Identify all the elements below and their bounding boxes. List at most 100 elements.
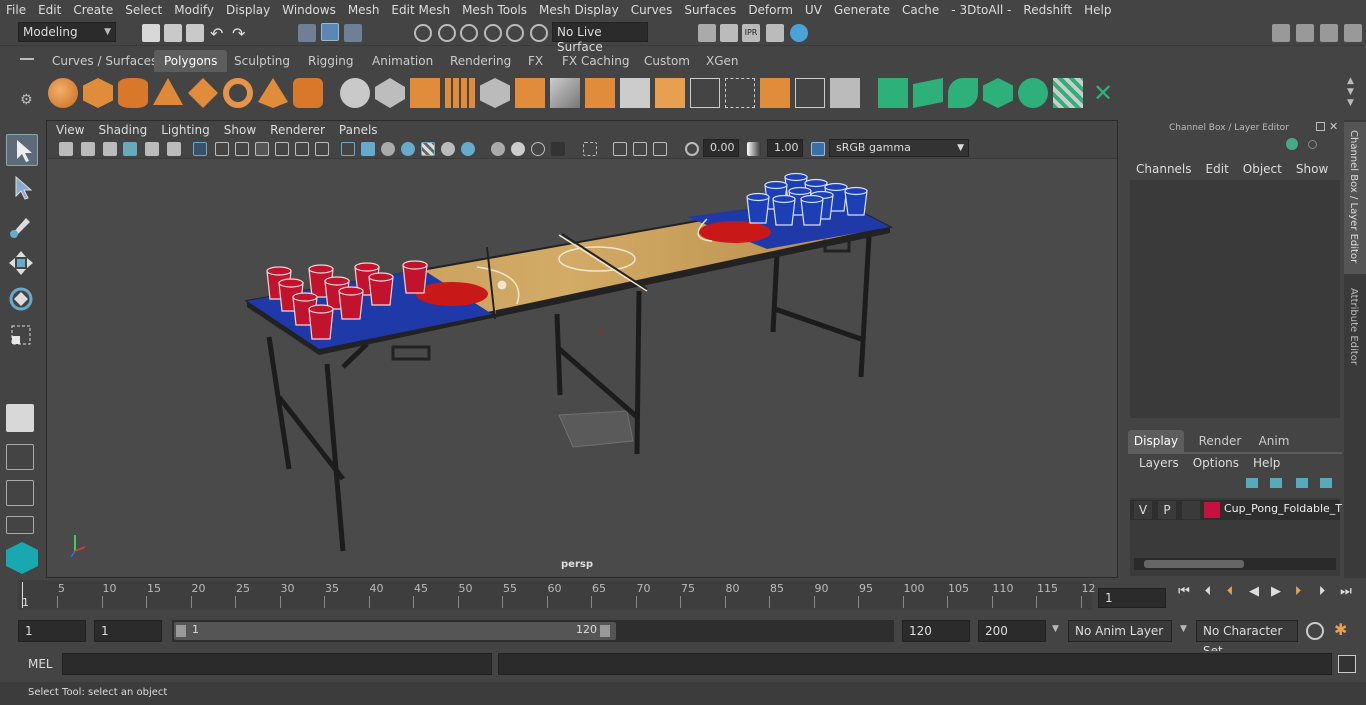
undo-icon[interactable]: ↶ bbox=[210, 24, 228, 43]
grid-icon[interactable] bbox=[193, 142, 207, 156]
select-by-object-icon[interactable] bbox=[321, 23, 339, 41]
new-layer-selected-icon[interactable] bbox=[1320, 478, 1332, 488]
viewport-menu-renderer[interactable]: Renderer bbox=[263, 123, 332, 137]
menu-file[interactable]: File bbox=[0, 3, 32, 17]
uv-editor-icon[interactable] bbox=[760, 78, 790, 108]
poly-cone-icon[interactable] bbox=[153, 78, 183, 105]
menu-mesh-tools[interactable]: Mesh Tools bbox=[456, 3, 533, 17]
start-time-field[interactable]: 1 bbox=[18, 620, 86, 642]
cut-uv-icon[interactable] bbox=[948, 78, 978, 108]
script-editor-icon[interactable] bbox=[1338, 655, 1356, 673]
menu-uv[interactable]: UV bbox=[799, 3, 828, 17]
target-weld-icon[interactable] bbox=[655, 78, 685, 108]
layer-color-swatch[interactable] bbox=[1204, 502, 1220, 518]
frame-selection-icon[interactable] bbox=[633, 142, 647, 156]
shelf-tab-custom[interactable]: Custom bbox=[634, 50, 700, 72]
workspace-icon[interactable] bbox=[1272, 24, 1290, 42]
layout-uv-icon[interactable] bbox=[913, 78, 943, 108]
range-slider-handle[interactable]: 1 120 bbox=[174, 622, 616, 640]
ambient-occlusion-icon[interactable] bbox=[461, 142, 475, 156]
use-lights-icon[interactable] bbox=[421, 142, 435, 156]
menu-mesh-display[interactable]: Mesh Display bbox=[533, 3, 625, 17]
bookmark-icon[interactable] bbox=[103, 142, 117, 156]
close-icon[interactable]: ✕ bbox=[1329, 120, 1338, 133]
2d-pan-zoom-icon[interactable] bbox=[145, 142, 159, 156]
layer-visibility-toggle[interactable]: V bbox=[1134, 501, 1152, 519]
side-tab-channel-box[interactable]: Channel Box / Layer Editor bbox=[1344, 122, 1366, 274]
shelf-menu-icon[interactable] bbox=[20, 58, 34, 60]
exposure-icon[interactable] bbox=[685, 142, 699, 156]
step-forward-frame-icon[interactable]: ⏵ bbox=[1288, 584, 1308, 602]
snap-grid-icon[interactable] bbox=[414, 24, 432, 42]
camera-select-icon[interactable] bbox=[59, 142, 73, 156]
smooth-icon[interactable] bbox=[445, 78, 475, 108]
select-by-hierarchy-icon[interactable] bbox=[298, 24, 316, 42]
menu-deform[interactable]: Deform bbox=[742, 3, 799, 17]
planar-map-icon[interactable] bbox=[795, 78, 825, 108]
colorspace-dropdown[interactable]: sRGB gamma ▼ bbox=[829, 139, 969, 157]
resolution-gate-icon[interactable] bbox=[235, 142, 249, 156]
layout-two-icon[interactable] bbox=[6, 480, 34, 506]
time-slider[interactable]: 5 10 15 20 25 30 35 40 45 50 55 60 65 70 75 80 85 90 95 100… bbox=[0, 580, 1366, 614]
range-end-grip[interactable] bbox=[600, 625, 610, 637]
gamma-field[interactable]: 1.00 bbox=[767, 139, 803, 157]
shelf-tab-xgen[interactable]: XGen bbox=[696, 50, 749, 72]
tab-render[interactable]: Render bbox=[1192, 430, 1248, 452]
safe-title-icon[interactable] bbox=[315, 142, 329, 156]
film-gate-icon[interactable] bbox=[215, 142, 229, 156]
save-scene-icon[interactable] bbox=[186, 24, 204, 42]
anim-layer-dropdown[interactable]: No Anim Layer bbox=[1068, 620, 1172, 642]
poly-pipe-icon[interactable] bbox=[293, 78, 323, 108]
xray-icon[interactable] bbox=[511, 142, 525, 156]
current-frame-field[interactable]: 1 bbox=[1098, 588, 1166, 608]
menu-mesh[interactable]: Mesh bbox=[342, 3, 386, 17]
command-input[interactable] bbox=[62, 653, 492, 675]
shelf-settings-icon[interactable]: ⚙ bbox=[20, 92, 33, 108]
isolate-icon[interactable] bbox=[491, 142, 505, 156]
animation-prefs-icon[interactable]: ✱ bbox=[1334, 620, 1347, 639]
viewport-menu-panels[interactable]: Panels bbox=[332, 123, 385, 137]
menu-generate[interactable]: Generate bbox=[828, 3, 896, 17]
toggle-hud-icon[interactable] bbox=[653, 142, 667, 156]
snap-surface-icon[interactable] bbox=[506, 24, 524, 42]
shelf-scroll[interactable]: ▲ ▼ ▼ bbox=[1347, 76, 1359, 110]
script-language-label[interactable]: MEL bbox=[28, 657, 53, 671]
menu-surfaces[interactable]: Surfaces bbox=[678, 3, 742, 17]
step-back-key-icon[interactable]: ⏴ bbox=[1198, 584, 1218, 602]
color-management-icon[interactable] bbox=[811, 142, 825, 156]
auto-key-icon[interactable] bbox=[1306, 622, 1324, 640]
sew-uv-icon[interactable] bbox=[983, 78, 1013, 108]
end-time-field[interactable]: 200 bbox=[978, 620, 1046, 642]
render-settings-icon[interactable] bbox=[766, 24, 784, 42]
play-backward-icon[interactable]: ◀ bbox=[1244, 584, 1264, 602]
grease-pencil-icon[interactable] bbox=[167, 142, 181, 156]
step-forward-key-icon[interactable]: ⏵ bbox=[1312, 584, 1332, 602]
exposure-field[interactable]: 0.00 bbox=[703, 139, 739, 157]
channel-menu-edit[interactable]: Edit bbox=[1206, 162, 1243, 176]
menu-create[interactable]: Create bbox=[67, 3, 119, 17]
paint-select-tool-icon[interactable] bbox=[6, 210, 38, 242]
wireframe-icon[interactable] bbox=[341, 142, 355, 156]
layout-outliner-icon[interactable] bbox=[6, 516, 34, 534]
shelf-tab-fx-caching[interactable]: FX Caching bbox=[552, 50, 639, 72]
move-sew-icon[interactable] bbox=[1018, 78, 1048, 108]
range-slider[interactable]: 1 120 bbox=[172, 620, 894, 642]
insert-loop-icon[interactable] bbox=[620, 78, 650, 108]
workspace-dropdown[interactable]: Modeling ▼ bbox=[18, 22, 116, 42]
layout-icon[interactable] bbox=[1344, 24, 1362, 42]
snap-curve-icon[interactable] bbox=[438, 24, 456, 42]
menu-windows[interactable]: Windows bbox=[276, 3, 342, 17]
layout-four-icon[interactable] bbox=[6, 444, 34, 470]
camera-attributes-icon[interactable] bbox=[81, 142, 95, 156]
automatic-map-icon[interactable] bbox=[830, 78, 860, 108]
go-to-end-icon[interactable]: ⏭ bbox=[1336, 584, 1356, 602]
layer-display-type[interactable] bbox=[1182, 501, 1200, 519]
poly-plane-icon[interactable] bbox=[188, 78, 218, 108]
shelf-tab-rigging[interactable]: Rigging bbox=[298, 50, 363, 72]
channel-menu-object[interactable]: Object bbox=[1243, 162, 1296, 176]
snap-point-icon[interactable] bbox=[460, 24, 478, 42]
poly-pyramid-icon[interactable] bbox=[258, 78, 288, 108]
viewport-menu-view[interactable]: View bbox=[49, 123, 91, 137]
layer-playback-toggle[interactable]: P bbox=[1158, 501, 1176, 519]
live-surface-field[interactable]: No Live Surface bbox=[552, 22, 648, 54]
